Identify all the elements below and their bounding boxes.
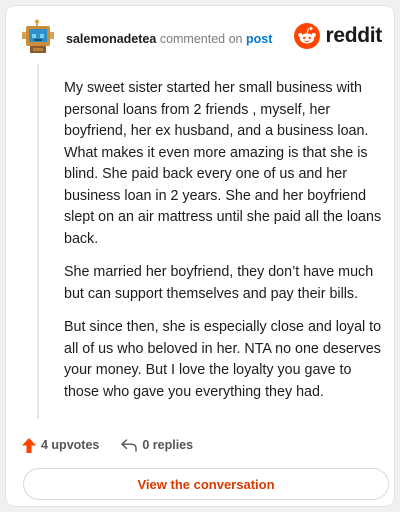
action-text: commented on	[159, 32, 243, 46]
upvote-arrow-icon	[22, 437, 36, 453]
comment-actions: 4 upvotes 0 replies	[22, 436, 193, 454]
user-avatar[interactable]	[20, 19, 56, 55]
reddit-logo-icon	[294, 23, 321, 49]
replies-button[interactable]: 0 replies	[121, 438, 193, 452]
comment-paragraph: But since then, she is especially close …	[64, 319, 382, 400]
view-conversation-button[interactable]: View the conversation	[23, 468, 389, 500]
post-link[interactable]: post	[246, 32, 272, 46]
brand-name: reddit	[325, 24, 382, 47]
reply-arrow-icon	[121, 438, 138, 452]
comment-header: salemonadetea commented on post	[66, 32, 272, 46]
reddit-logo[interactable]: reddit	[294, 22, 382, 50]
reply-count: 0 replies	[142, 438, 194, 452]
comment-body: My sweet sister started her small busine…	[64, 78, 384, 415]
upvote-count: 4 upvotes	[41, 438, 100, 452]
username[interactable]: salemonadetea	[66, 32, 156, 46]
robot-avatar-icon	[22, 19, 54, 53]
upvote-button[interactable]: 4 upvotes	[22, 437, 100, 453]
thread-line	[37, 64, 39, 419]
comment-paragraph: She married her boyfriend, they don’t ha…	[64, 264, 374, 302]
comment-paragraph: My sweet sister started her small busine…	[64, 80, 382, 247]
comment-card: salemonadetea commented on post reddit M…	[5, 5, 395, 507]
